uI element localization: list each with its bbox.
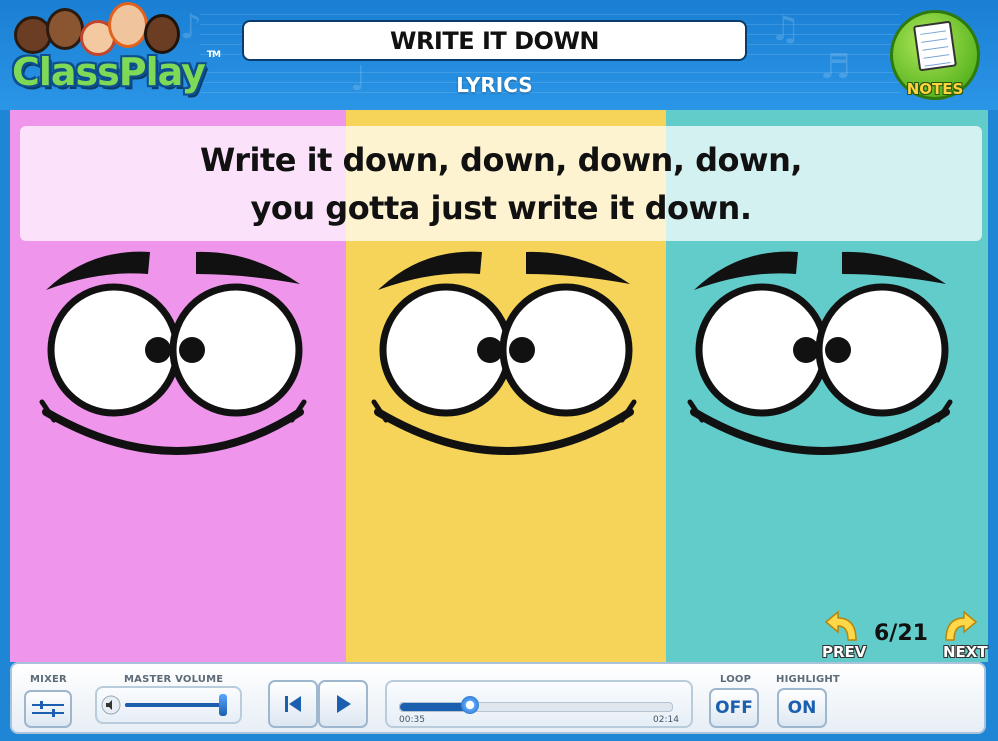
loop-label: LOOP	[720, 674, 752, 685]
total-time: 02:14	[653, 715, 679, 725]
smiley-face	[371, 251, 637, 455]
highlight-toggle[interactable]: ON	[777, 688, 827, 728]
kid-avatar	[108, 2, 148, 48]
highlight-value: ON	[787, 698, 817, 718]
music-note-icon: ♪	[180, 7, 202, 47]
highlight-label: HIGHLIGHT	[776, 674, 840, 685]
classplay-logo: ClassPlay TM	[12, 50, 221, 94]
volume-track	[125, 703, 223, 707]
song-progress: 00:35 02:14	[385, 680, 693, 728]
speaker-icon	[101, 695, 121, 715]
music-note-icon: ♬	[820, 47, 851, 87]
mixer-icon	[32, 701, 64, 717]
lyric-line: Write it down, down, down, down,	[199, 140, 803, 179]
mixer-label: MIXER	[30, 674, 67, 685]
kid-avatar	[144, 14, 180, 54]
progress-knob[interactable]	[460, 696, 479, 714]
page-counter: 6/21	[874, 621, 928, 646]
notes-label: NOTES	[906, 80, 964, 98]
next-arrow-icon	[945, 610, 978, 641]
loop-value: OFF	[715, 698, 753, 718]
progress-track[interactable]	[399, 702, 673, 712]
prev-arrow-icon	[824, 610, 857, 641]
mixer-button[interactable]	[24, 690, 72, 728]
volume-fill	[125, 703, 223, 707]
prev-label: PREV	[822, 643, 867, 661]
skip-back-button[interactable]	[268, 680, 318, 728]
header-bar: ♪ ♫ ♬ ♩ ClassPlay TM WRITE IT DOWN LYRICS…	[0, 0, 998, 110]
smiley-face	[39, 251, 307, 455]
section-subtitle: LYRICS	[456, 73, 533, 97]
play-button[interactable]	[318, 680, 368, 728]
song-title-box: WRITE IT DOWN	[242, 20, 747, 61]
volume-knob[interactable]	[219, 694, 227, 716]
kid-avatar	[46, 8, 84, 50]
lyric-line: you gotta just write it down.	[250, 188, 752, 227]
notes-button[interactable]: NOTES	[890, 10, 980, 100]
notepad-icon	[912, 20, 958, 72]
master-volume-slider[interactable]	[95, 686, 242, 724]
elapsed-time: 00:35	[399, 715, 425, 725]
play-icon	[337, 695, 351, 713]
song-title: WRITE IT DOWN	[389, 26, 600, 55]
player-controls: MIXER MASTER VOLUME 00:35 02:14 LOOP OFF…	[10, 662, 986, 734]
master-volume-label: MASTER VOLUME	[124, 674, 224, 685]
smiley-face	[687, 251, 953, 455]
next-label: NEXT	[943, 643, 988, 661]
music-note-icon: ♫	[770, 9, 801, 49]
loop-toggle[interactable]: OFF	[709, 688, 759, 728]
skip-back-icon	[285, 696, 301, 712]
lyrics-stage: Write it down, down, down, down, you got…	[10, 110, 988, 662]
lyrics-box: Write it down, down, down, down, you got…	[20, 126, 982, 241]
